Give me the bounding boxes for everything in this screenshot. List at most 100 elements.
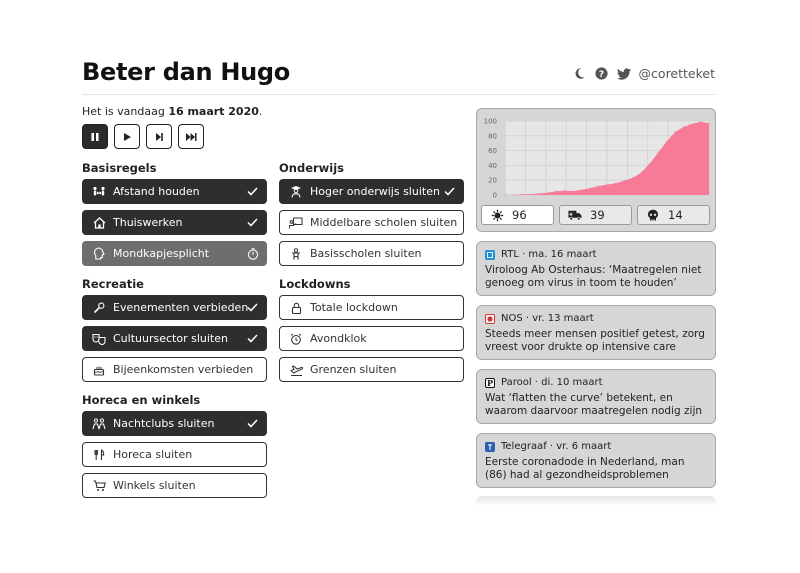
date-suffix: . [258,105,263,118]
toggle-label: Bijeenkomsten verbieden [113,363,254,376]
utensils-icon [92,448,106,462]
home-icon [92,216,106,230]
chart-data-point [648,163,651,165]
toggle-avondklok[interactable]: Avondklok [279,326,464,351]
chart-data-point [657,152,659,154]
chart-data-point [572,190,574,192]
header-divider [82,94,715,95]
chart-data-point [614,182,617,184]
check-icon [246,216,259,229]
news-source: Telegraaf · vr. 6 maart [485,441,707,452]
news-source: P Parool · di. 10 maart [485,377,707,388]
toggle-label: Thuiswerken [113,216,183,229]
toggle-bijeenkomsten[interactable]: Bijeenkomsten verbieden [82,357,267,382]
chart-data-point [691,123,693,125]
toggle-nachtclubs[interactable]: Nachtclubs sluiten [82,411,267,436]
chart-data-point [674,131,676,133]
help-icon[interactable]: ? [595,67,609,81]
news-card[interactable]: P Parool · di. 10 maart Wat ‘flatten the… [476,369,716,424]
chart-data-point [665,141,668,143]
toggle-afstand-houden[interactable]: Afstand houden [82,179,267,204]
check-icon [246,332,259,345]
stat-value: 14 [668,208,683,222]
rtl-logo-icon [485,249,495,260]
moon-icon[interactable] [573,67,587,81]
stat-value: 39 [590,208,605,222]
virus-icon [490,208,504,222]
fast-forward-icon [186,132,197,141]
news-source-text: RTL · ma. 16 maart [501,249,597,260]
timer-icon [246,247,259,260]
infection-chart: 100 80 60 40 20 0 [484,118,710,200]
toggle-label: Grenzen sluiten [310,363,397,376]
twitter-handle[interactable]: @coretteket [639,66,715,81]
chart-data-point [699,121,702,123]
chart-data-point [538,192,540,195]
current-date: 16 maart 2020 [168,105,259,118]
news-card[interactable]: Telegraaf · vr. 6 maart Eerste coronadod… [476,433,716,488]
toggle-grenzen-sluiten[interactable]: Grenzen sluiten [279,357,464,382]
step-forward-icon [156,132,163,141]
teacher-board-icon [289,216,303,230]
fast-forward-button[interactable] [178,124,204,149]
section-recreatie: Recreatie [82,277,144,291]
twitter-icon[interactable] [616,67,631,81]
chart-data-point [631,177,634,179]
toggle-mondkapjesplicht[interactable]: Mondkapjesplicht [82,241,267,266]
news-card[interactable]: NOS · vr. 13 maart Steeds meer mensen po… [476,305,716,360]
skull-icon [646,208,660,222]
birthday-cake-icon [92,363,106,377]
stat-infected[interactable]: 96 [481,205,554,225]
toggle-horeca[interactable]: Horeca sluiten [82,442,267,467]
theater-masks-icon [92,332,106,346]
play-button[interactable] [114,124,140,149]
toggle-label: Avondklok [310,332,367,345]
shopping-cart-icon [92,479,106,493]
head-mask-icon [92,247,106,261]
chart-data-point [521,193,523,195]
chart-data-point [555,190,557,192]
chart-data-point [512,194,515,196]
news-headline: Wat ‘flatten the curve’ betekent, en waa… [485,392,703,417]
chart-data-point [597,185,600,187]
chart-data-point [640,172,642,174]
date-prefix: Het is vandaag [82,105,169,118]
toggle-basisscholen[interactable]: Basisscholen sluiten [279,241,464,266]
toggle-middelbare-scholen[interactable]: Middelbare scholen sluiten [279,210,464,235]
toggle-thuiswerken[interactable]: Thuiswerken [82,210,267,235]
check-icon [443,185,456,198]
news-source-text: Telegraaf · vr. 6 maart [501,441,612,452]
chart-data-point [606,184,608,186]
chart-data-point [563,190,566,192]
dancing-people-icon [92,417,106,431]
pause-icon [91,132,99,141]
news-source-text: NOS · vr. 13 maart [501,313,594,324]
toggle-totale-lockdown[interactable]: Totale lockdown [279,295,464,320]
section-basisregels: Basisregels [82,161,157,175]
toggle-cultuursector[interactable]: Cultuursector sluiten [82,326,267,351]
pause-button[interactable] [82,124,108,149]
page-title: Beter dan Hugo [82,58,290,86]
toggle-label: Cultuursector sluiten [113,332,228,345]
toggle-winkels[interactable]: Winkels sluiten [82,473,267,498]
chart-data-point [546,192,549,194]
chart-y-tick-label: 40 [488,162,497,170]
chart-y-tick-label: 0 [493,192,497,200]
section-lockdowns: Lockdowns [279,277,351,291]
toggle-label: Afstand houden [113,185,200,198]
toggle-label: Mondkapjesplicht [113,247,210,260]
stat-deaths[interactable]: 14 [637,205,710,225]
news-card[interactable]: RTL · ma. 16 maart Viroloog Ab Osterhaus… [476,241,716,296]
chart-y-tick-label: 60 [488,147,497,155]
ambulance-icon [568,208,582,222]
toggle-evenementen[interactable]: Evenementen verbieden [82,295,267,320]
toggle-hoger-onderwijs[interactable]: Hoger onderwijs sluiten [279,179,464,204]
news-list-fade [476,496,716,506]
parool-logo-icon: P [485,377,495,388]
news-headline: Viroloog Ab Osterhaus: ‘Maatregelen niet… [485,264,702,289]
news-headline: Eerste coronadode in Nederland, man (86)… [485,456,685,481]
chart-data-point [580,189,583,191]
stat-hospital[interactable]: 39 [559,205,632,225]
step-forward-button[interactable] [146,124,172,149]
toggle-label: Totale lockdown [310,301,398,314]
